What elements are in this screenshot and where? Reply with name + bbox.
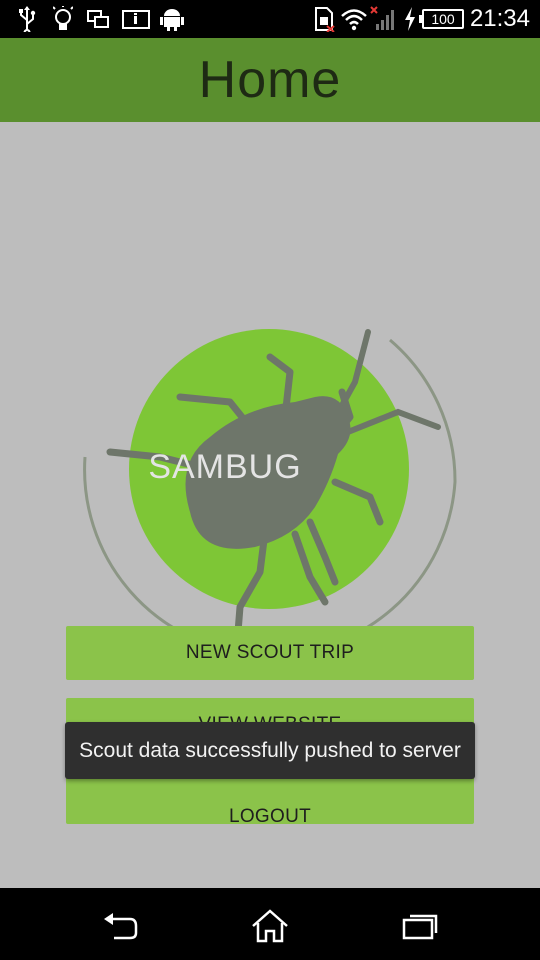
back-icon xyxy=(104,913,138,940)
logout-label: LOGOUT xyxy=(228,806,312,827)
status-bar: 100 21:34 xyxy=(0,0,540,38)
recent-apps-icon xyxy=(402,914,438,940)
toast-message: Scout data successfully pushed to server xyxy=(65,722,475,779)
battery-indicator: 100 xyxy=(419,9,464,29)
nav-bar xyxy=(0,888,540,960)
sim-icon xyxy=(312,6,336,32)
wifi-icon xyxy=(340,6,368,32)
sambug-logo: SAMBUG xyxy=(80,222,470,662)
lightbulb-icon xyxy=(52,6,74,32)
back-button[interactable] xyxy=(90,906,150,946)
home-icon xyxy=(252,909,288,943)
recent-apps-button[interactable] xyxy=(390,906,450,946)
usb-icon xyxy=(16,6,38,32)
bug-illustration xyxy=(83,329,457,657)
android-icon xyxy=(160,6,184,32)
charging-icon xyxy=(402,6,418,32)
screen-mirroring-icon xyxy=(86,6,110,32)
signal-icon xyxy=(370,6,398,32)
home-button[interactable] xyxy=(240,906,300,946)
info-card-icon xyxy=(122,6,150,32)
page-title: Home xyxy=(198,51,342,109)
status-time: 21:34 xyxy=(469,5,530,32)
logo-text: SAMBUG xyxy=(148,448,302,486)
new-scout-trip-button[interactable]: NEW SCOUT TRIP xyxy=(66,626,474,680)
app-header: Home xyxy=(0,38,540,122)
